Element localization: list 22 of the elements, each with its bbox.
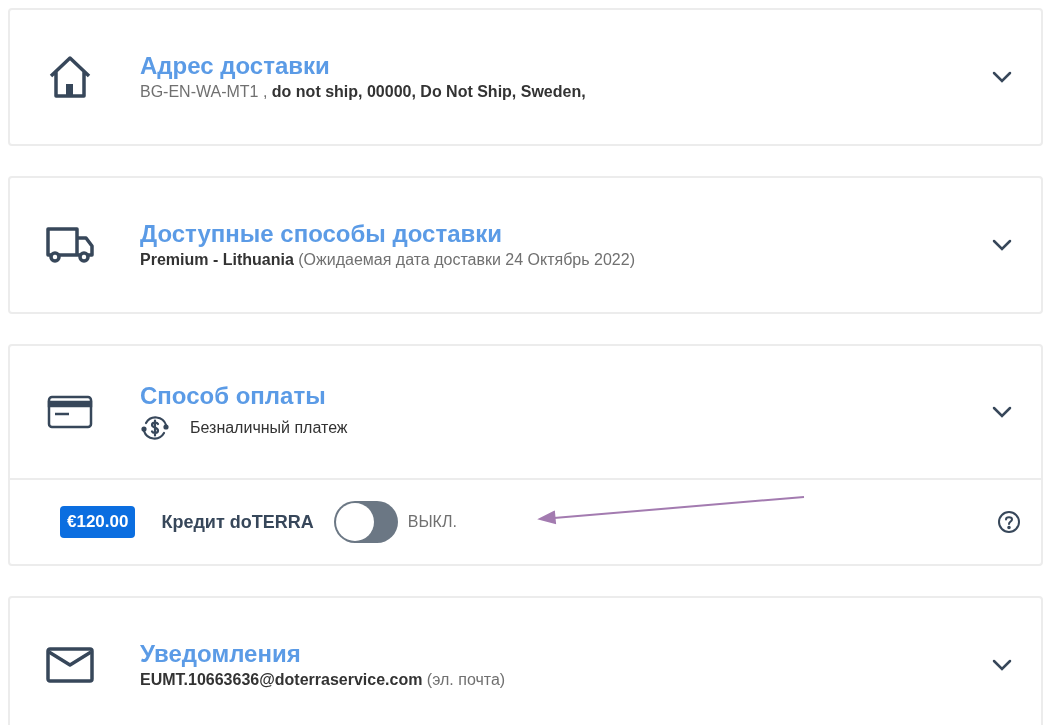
credit-toggle[interactable] (333, 501, 398, 543)
truck-icon (45, 226, 95, 264)
section-summary: BG-EN-WA-MT1 , do not ship, 00000, Do Not Ship, Sweden, (140, 82, 587, 102)
toggle-state: ВЫКЛ. (407, 512, 457, 532)
section-summary: Premium - Lithuania (Ожидаемая дата доставки 24 Октябрь 2022) (140, 250, 636, 270)
section-title: Уведомления (140, 639, 302, 669)
envelope-icon (46, 647, 94, 683)
house-icon (47, 54, 93, 100)
credit-label: Кредит doTERRA (161, 510, 314, 534)
credit-amount-badge: €120.00 (60, 506, 136, 538)
chevron-icon[interactable] (991, 658, 1013, 672)
section-summary: EUMT.10663636@doterraservice.com (эл. почта) (140, 670, 507, 690)
help-icon[interactable] (997, 510, 1021, 534)
section-title: Адрес доставки (140, 51, 331, 81)
chevron-icon[interactable] (991, 405, 1013, 419)
credit-card-icon (47, 395, 93, 429)
section-title: Способ оплаты (140, 381, 327, 411)
chevron-icon[interactable] (991, 70, 1013, 84)
section-title: Доступные способы доставки (140, 219, 503, 249)
chevron-icon[interactable] (991, 238, 1013, 252)
payment-method: Безналичный платеж (190, 418, 348, 438)
dollar-exchange-icon (140, 413, 170, 443)
